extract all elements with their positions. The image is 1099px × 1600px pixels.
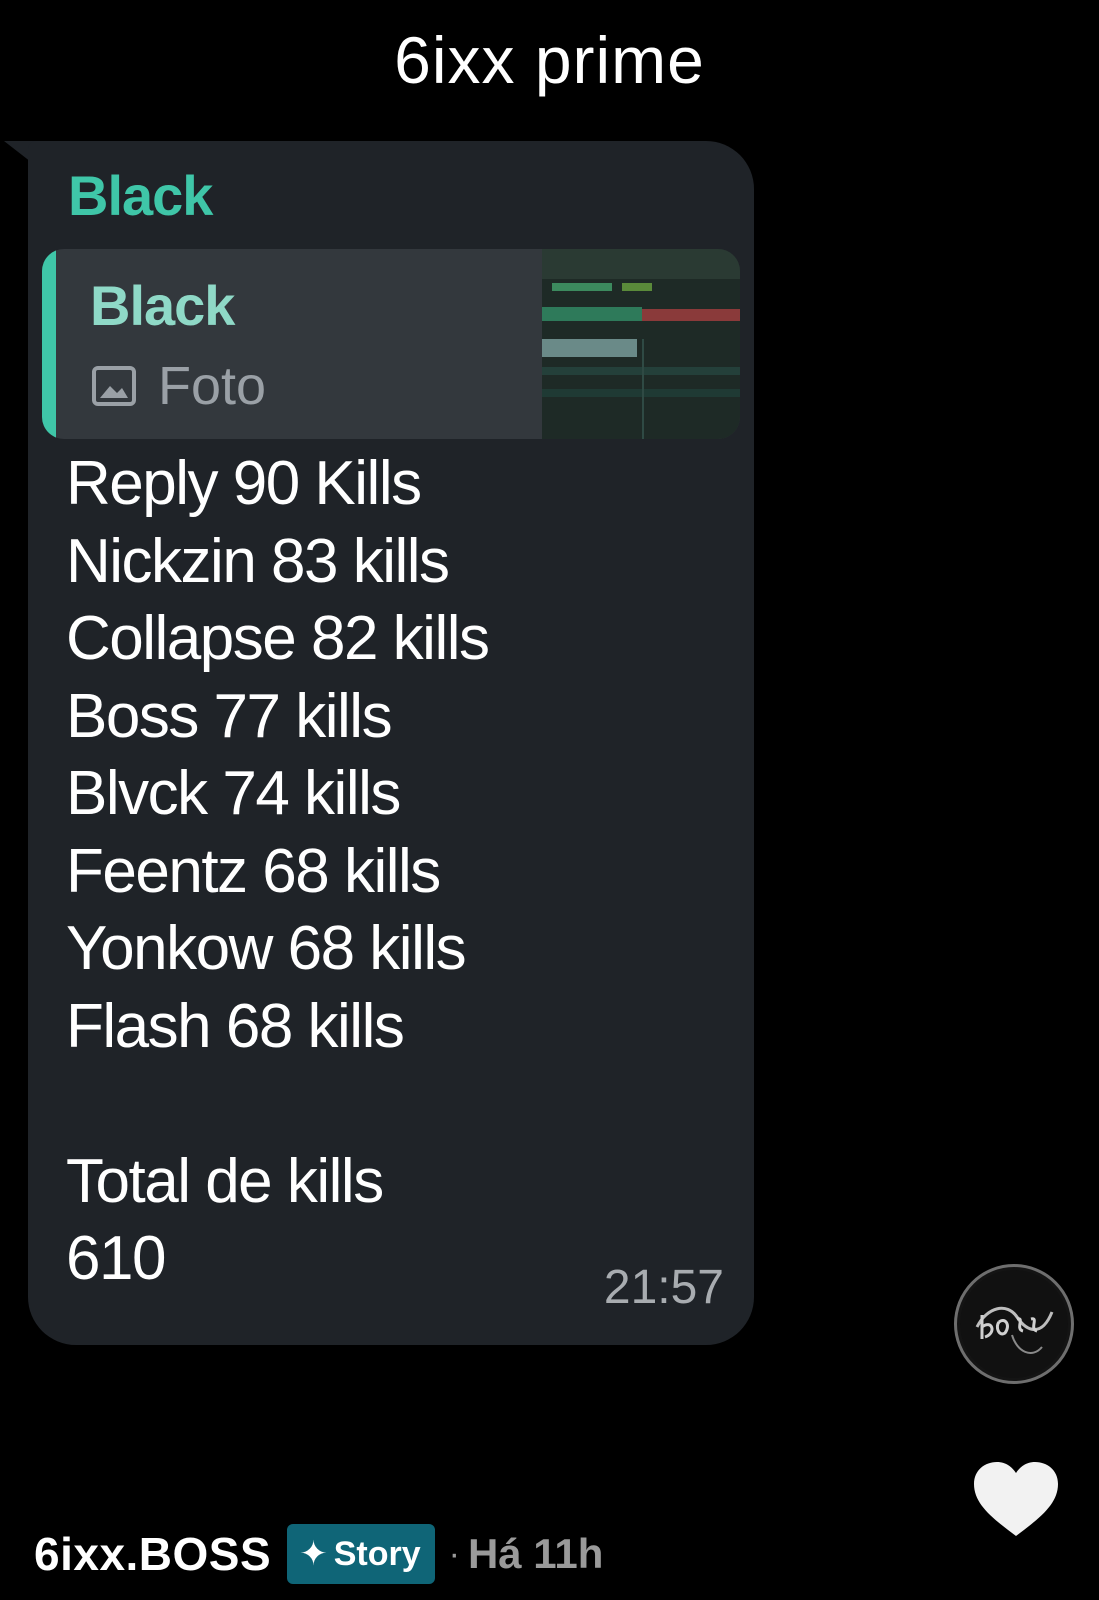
message-sender: Black (68, 164, 213, 227)
quote-photo-thumbnail[interactable] (542, 249, 740, 439)
message-line: Nickzin 83 kills (66, 526, 450, 596)
message-line: Collapse 82 kills (66, 604, 490, 673)
quote-accent-bar (42, 249, 56, 439)
message-line: Blvck 74 kills (66, 759, 401, 828)
story-badge-label: Story (333, 1534, 421, 1573)
message-total-value: 610 (66, 1224, 166, 1293)
quoted-message[interactable]: Black Foto (42, 249, 740, 439)
avatar[interactable] (954, 1264, 1074, 1384)
story-footer: 6ixx.BOSS ✦ Story · Há 11h (34, 1522, 603, 1586)
image-icon (92, 366, 136, 406)
message-line: Feentz 68 kills (66, 836, 441, 906)
username[interactable]: 6ixx.BOSS (34, 1527, 271, 1581)
message-line: Boss 77 kills (66, 681, 393, 751)
message-body: Reply 90 Kills Nickzin 83 kills Collapse… (66, 445, 490, 1298)
quote-media-row: Foto (90, 355, 266, 417)
message-bubble: Black Black Foto Reply 90 Kills Nickzin … (28, 141, 754, 1345)
message-line: Flash 68 kills (66, 991, 405, 1061)
separator-dot: · (448, 1534, 460, 1573)
quote-media-label: Foto (158, 356, 267, 416)
message-line: Yonkow 68 kills (66, 914, 467, 983)
boss-logo-icon (960, 1270, 1068, 1378)
message-line: Reply 90 Kills (66, 449, 422, 518)
message-timestamp: 21:57 (603, 1261, 724, 1314)
message-total-label: Total de kills (66, 1146, 384, 1216)
story-badge[interactable]: ✦ Story (287, 1524, 435, 1584)
post-time-ago: Há 11h (467, 1530, 604, 1577)
story-caption: 6ixx prime (394, 23, 705, 97)
sparkle-icon: ✦ (299, 1535, 328, 1573)
heart-icon[interactable] (972, 1460, 1060, 1540)
quote-author: Black (90, 274, 235, 337)
